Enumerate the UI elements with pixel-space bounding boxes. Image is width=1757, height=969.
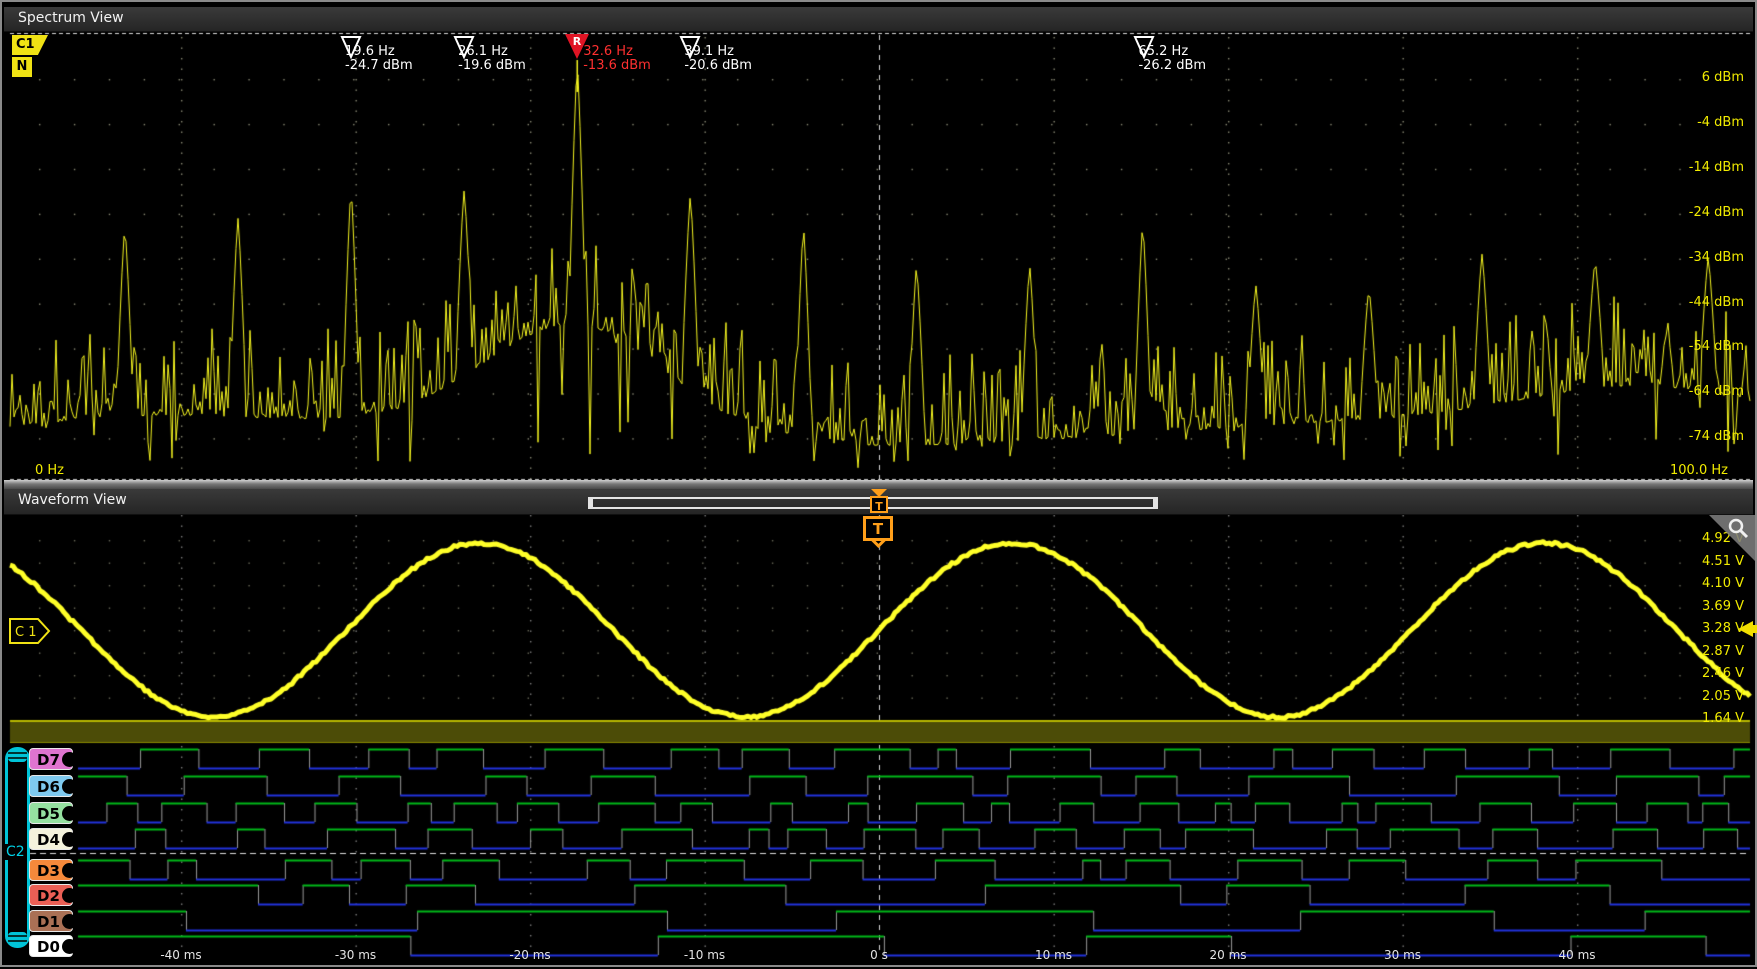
digital-channel-badge-d0[interactable]: D0: [29, 935, 73, 957]
time-tick-label: 0 s: [844, 948, 914, 962]
badge-notch: [62, 779, 77, 794]
marker-readout: 65.2 Hz -26.2 dBm: [1138, 45, 1206, 73]
time-tick-label: -40 ms: [146, 948, 216, 962]
badge-notch: [62, 914, 77, 929]
spectrum-y-tick-label: -54 dBm: [1654, 339, 1744, 354]
badge-notch: [62, 806, 77, 821]
waveform-y-tick-label: 3.28 V: [1654, 621, 1744, 636]
time-tick-label: 40 ms: [1542, 948, 1612, 962]
digital-group-label-c2[interactable]: C2: [4, 844, 27, 860]
marker-readout: 26.1 Hz -19.6 dBm: [458, 45, 526, 73]
waveform-channel-tag-c1[interactable]: C 1: [8, 616, 52, 646]
spectrum-y-tick-label: -24 dBm: [1654, 205, 1744, 220]
waveform-y-tick-label: 2.87 V: [1654, 644, 1744, 659]
digital-channel-badge-d2[interactable]: D2: [29, 884, 73, 906]
time-tick-label: 30 ms: [1368, 948, 1438, 962]
panel-splitter[interactable]: [4, 480, 1753, 489]
digital-channel-badge-d7[interactable]: D7: [29, 748, 73, 770]
marker-readout: 32.6 Hz -13.6 dBm: [583, 45, 651, 73]
time-tick-label: 20 ms: [1193, 948, 1263, 962]
time-tick-label: -10 ms: [670, 948, 740, 962]
channel-reference-arrow-tail: [1753, 625, 1757, 633]
digital-channel-badge-d5[interactable]: D5: [29, 802, 73, 824]
trigger-marker[interactable]: T: [863, 516, 893, 541]
zoom-icon[interactable]: [1726, 517, 1752, 543]
spectrum-x-end-label: 100.0 Hz: [1670, 463, 1728, 478]
waveform-y-tick-label: 3.69 V: [1654, 599, 1744, 614]
digital-channel-badge-d1[interactable]: D1: [29, 910, 73, 932]
digital-channel-badge-d4[interactable]: D4: [29, 828, 73, 850]
spectrum-y-tick-label: -44 dBm: [1654, 295, 1744, 310]
marker-readout: 39.1 Hz -20.6 dBm: [684, 45, 752, 73]
digital-bracket-top-grip[interactable]: [8, 749, 27, 762]
time-tick-label: 10 ms: [1019, 948, 1089, 962]
waveform-y-tick-label: 2.05 V: [1654, 689, 1744, 704]
badge-notch: [62, 752, 77, 767]
spectrum-x-start-label: 0 Hz: [35, 463, 64, 478]
spectrum-y-tick-label: -64 dBm: [1654, 384, 1744, 399]
spectrum-y-tick-label: 6 dBm: [1654, 70, 1744, 85]
waveform-y-tick-label: 1.64 V: [1654, 711, 1744, 726]
digital-bracket-bottom-grip[interactable]: [8, 932, 27, 945]
badge-notch: [62, 888, 77, 903]
spectrum-normal-badge[interactable]: N: [12, 57, 32, 77]
badge-notch: [62, 863, 77, 878]
digital-channel-badge-d6[interactable]: D6: [29, 775, 73, 797]
marker-readout: 19.6 Hz -24.7 dBm: [345, 45, 413, 73]
oscilloscope-window: Spectrum View C1 N 19.6 Hz -24.7 dBm26.1…: [0, 0, 1757, 967]
badge-notch: [62, 832, 77, 847]
spectrum-view-titlebar[interactable]: Spectrum View: [4, 7, 1753, 32]
svg-text:R: R: [573, 35, 582, 48]
spectrum-y-tick-label: -4 dBm: [1654, 115, 1744, 130]
trigger-position-badge[interactable]: T: [870, 496, 888, 513]
time-tick-label: -30 ms: [321, 948, 391, 962]
waveform-view-title: Waveform View: [18, 492, 127, 508]
badge-notch: [62, 939, 77, 954]
spectrum-y-tick-label: -74 dBm: [1654, 429, 1744, 444]
spectrum-view-title: Spectrum View: [18, 10, 124, 26]
spectrum-y-tick-label: -34 dBm: [1654, 250, 1744, 265]
waveform-y-tick-label: 2.46 V: [1654, 666, 1744, 681]
waveform-y-tick-label: 4.10 V: [1654, 576, 1744, 591]
time-tick-label: -20 ms: [495, 948, 565, 962]
channel-reference-arrow-icon: [1738, 621, 1753, 637]
spectrum-y-tick-label: -14 dBm: [1654, 160, 1744, 175]
digital-channel-badge-d3[interactable]: D3: [29, 859, 73, 881]
c1-tag-text: C 1: [15, 625, 36, 640]
